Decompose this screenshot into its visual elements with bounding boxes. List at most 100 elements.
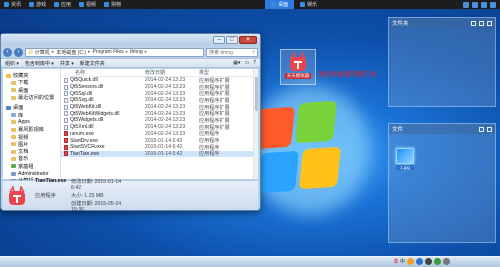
folder-icon bbox=[11, 95, 16, 100]
file-thumbnail-label: 1.jpg bbox=[396, 165, 414, 170]
panel-settings-icon[interactable] bbox=[471, 20, 476, 26]
file-date: 2014-02-24 13:23 bbox=[145, 97, 186, 104]
topbar-item[interactable]: 购物 bbox=[100, 0, 125, 9]
network-icon[interactable] bbox=[434, 258, 441, 265]
file-name: Qt5Sensors.dll bbox=[70, 84, 104, 91]
column-name[interactable]: 名称 bbox=[61, 69, 145, 76]
file-name: Qt5Widgets.dll bbox=[70, 117, 104, 124]
file-date: 2014-02-24 13:23 bbox=[145, 117, 186, 124]
file-name: Qt5Xml.dll bbox=[70, 124, 94, 131]
tray-icon[interactable] bbox=[443, 258, 450, 265]
back-button[interactable]: ‹ bbox=[3, 47, 12, 57]
breadcrumb-separator: ▸ bbox=[125, 49, 129, 55]
nav-item[interactable]: 库 bbox=[3, 111, 60, 119]
settings-icon[interactable] bbox=[463, 1, 469, 8]
ime-mode-icon[interactable]: 中 bbox=[400, 258, 405, 265]
folder-icon bbox=[11, 135, 16, 140]
volume-icon[interactable] bbox=[425, 258, 432, 265]
topbar-tab[interactable]: 桌面 bbox=[265, 0, 295, 9]
topbar-tab[interactable]: 娱乐 bbox=[294, 0, 323, 9]
search-icon: ⌕ bbox=[252, 49, 255, 55]
help-icon[interactable]: ? bbox=[253, 60, 256, 66]
keyboard-icon[interactable] bbox=[416, 258, 423, 265]
skin-icon[interactable] bbox=[472, 1, 478, 8]
column-date[interactable]: 修改日期 bbox=[145, 69, 199, 76]
topbar-tab-icon bbox=[271, 2, 277, 7]
dll-file-icon bbox=[64, 91, 68, 97]
topbar-item[interactable]: 应用 bbox=[50, 0, 75, 9]
panel-expand-icon[interactable] bbox=[487, 20, 492, 26]
maximize-button[interactable]: □ bbox=[226, 36, 238, 44]
file-name: Qt5Sql.dll bbox=[70, 90, 93, 97]
nav-item[interactable]: 最近访问的位置 bbox=[3, 94, 60, 101]
close-button[interactable]: ✕ bbox=[239, 36, 257, 44]
details-filename: TianTian.exe bbox=[35, 178, 67, 184]
dll-file-icon bbox=[64, 97, 68, 103]
nav-item[interactable]: 家庭组 bbox=[3, 163, 60, 170]
nav-item[interactable]: 桌面 bbox=[3, 104, 60, 111]
menu-icon[interactable] bbox=[481, 1, 487, 8]
file-name: Qt5WebKitWidgets.dll bbox=[70, 110, 120, 117]
topbar-item[interactable]: 游戏 bbox=[25, 0, 50, 9]
view-options-icon[interactable]: ▦▾ bbox=[233, 60, 240, 66]
nav-item[interactable]: Administrator bbox=[3, 170, 60, 177]
moon-icon[interactable] bbox=[407, 258, 414, 265]
windows-logo-wallpaper bbox=[252, 100, 342, 200]
minimize-button[interactable]: – bbox=[213, 36, 225, 44]
file-row[interactable]: TianTian.exe 2015-01-14 6:42 应用程序 bbox=[61, 150, 258, 157]
preview-pane-icon[interactable]: ▭ bbox=[244, 60, 249, 66]
scrollbar[interactable] bbox=[253, 69, 258, 179]
panel-expand-icon[interactable] bbox=[487, 126, 492, 132]
nav-item[interactable]: 暴风影视库 bbox=[3, 126, 60, 133]
scrollbar-thumb[interactable] bbox=[255, 77, 258, 111]
breadcrumb-item[interactable]: ttmng bbox=[130, 49, 143, 55]
desktop-shortcut-tiantian[interactable]: 天天模拟器 bbox=[280, 49, 316, 85]
dll-file-icon bbox=[64, 104, 68, 110]
address-bar[interactable]: ▤ 计算机 ▸ 本地磁盘 (C:) ▸ Program Files ▸ ttmng ▸ bbox=[25, 47, 204, 57]
explorer-window: – □ ✕ ‹ › ▤ 计算机 ▸ 本地磁盘 (C:) ▸ Program Files ▸ t… bbox=[0, 33, 261, 213]
toolbar-organize[interactable]: 组织 ▾ bbox=[5, 60, 19, 67]
file-name: rsnum.exe bbox=[70, 130, 94, 137]
desktop-shortcut-label: 天天模拟器 bbox=[284, 73, 312, 79]
nav-item[interactable]: 音乐 bbox=[3, 155, 60, 162]
topbar-item[interactable]: 视频 bbox=[75, 0, 100, 9]
nav-item[interactable]: Apps bbox=[3, 119, 60, 126]
file-thumbnail[interactable] bbox=[396, 148, 414, 164]
dll-file-icon bbox=[64, 84, 68, 90]
folder-icon bbox=[11, 127, 16, 132]
details-size: 大小: 1.25 MB bbox=[71, 193, 104, 199]
nav-item[interactable]: 桌面 bbox=[3, 87, 60, 94]
breadcrumb-item[interactable]: 计算机 bbox=[35, 49, 50, 56]
star-icon bbox=[6, 73, 11, 78]
minimize-icon[interactable] bbox=[490, 1, 496, 8]
topbar-tab-icon bbox=[300, 2, 306, 7]
panel-layout-icon[interactable] bbox=[479, 126, 484, 132]
sogou-input-icon[interactable]: S bbox=[394, 259, 398, 265]
topbar-item-icon bbox=[54, 2, 60, 7]
nav-item[interactable]: 下载 bbox=[3, 79, 60, 86]
toolbar-new-folder[interactable]: 新建文件夹 bbox=[80, 60, 105, 67]
topbar-item[interactable]: 资讯 bbox=[0, 0, 25, 9]
annotation-text: 发送到桌面快捷方式 bbox=[318, 71, 377, 78]
file-date: 2015-01-14 6:42 bbox=[145, 137, 183, 144]
dll-file-icon bbox=[64, 77, 68, 83]
folder-icon bbox=[11, 156, 16, 161]
nav-item[interactable]: 视频 bbox=[3, 133, 60, 141]
details-type: 应用程序 bbox=[35, 193, 56, 199]
nav-item[interactable]: 文档 bbox=[3, 148, 60, 155]
nav-item[interactable]: 图片 bbox=[3, 141, 60, 148]
column-type[interactable]: 类型 bbox=[199, 69, 243, 76]
breadcrumb-separator: ▸ bbox=[88, 49, 91, 55]
folder-icon bbox=[11, 142, 16, 147]
dll-file-icon bbox=[64, 111, 68, 117]
panel-layout-icon[interactable] bbox=[479, 20, 484, 26]
search-input[interactable]: 搜索 ttmng ⌕ bbox=[206, 47, 258, 57]
file-date: 2014-02-24 13:23 bbox=[145, 124, 186, 131]
file-date: 2014-02-24 13:23 bbox=[145, 130, 186, 137]
toolbar-include-library[interactable]: 包含到库中 ▾ bbox=[25, 60, 54, 67]
toolbar-share[interactable]: 共享 ▾ bbox=[60, 60, 74, 67]
forward-button[interactable]: › bbox=[14, 47, 23, 57]
breadcrumb-item[interactable]: 本地磁盘 (C:) bbox=[56, 49, 86, 56]
breadcrumb-item[interactable]: Program Files bbox=[93, 49, 124, 55]
nav-item[interactable]: 收藏夹 bbox=[3, 72, 60, 79]
